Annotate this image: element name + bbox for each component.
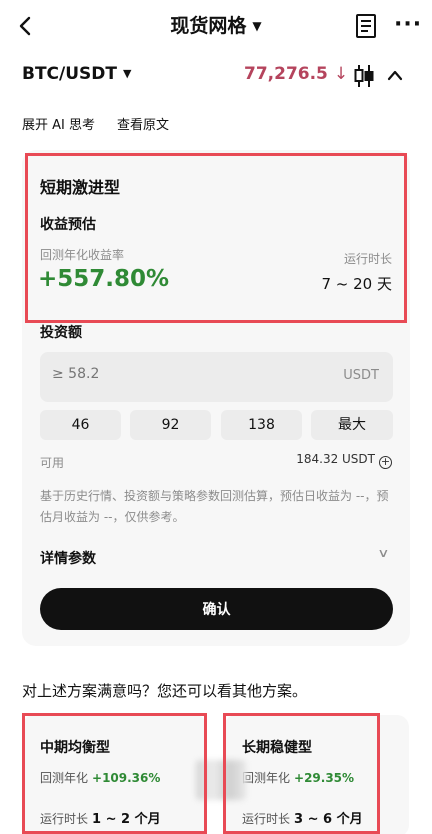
apy-label: 回测年化收益率 <box>40 248 125 262</box>
price-value: 77,276.5 <box>244 64 328 84</box>
top-bar: 现货网格 ▼ ··· <box>0 0 432 52</box>
candlestick-chart-icon[interactable] <box>353 64 375 87</box>
available-value: 184.32 USDT <box>296 452 375 466</box>
highlight-box <box>22 713 207 834</box>
pair-price: 77,276.5 ↓ <box>244 64 348 84</box>
yield-title: 收益预估 <box>40 217 96 233</box>
price-down-icon: ↓ <box>333 64 349 84</box>
other-plans-question: 对上述方案满意吗？您还可以看其他方案。 <box>22 682 308 700</box>
run-duration-label: 运行时长 <box>343 252 392 266</box>
page-title-text: 现货网格 <box>170 15 247 37</box>
investment-amount-input[interactable] <box>52 366 272 382</box>
strategy-name: 短期激进型 <box>40 178 121 197</box>
view-original-link[interactable]: 查看原文 <box>117 118 169 133</box>
confirm-button[interactable]: 确认 <box>40 588 393 630</box>
quick-amount-button[interactable]: 92 <box>130 410 211 440</box>
ai-links: 展开 AI 思考 查看原文 <box>22 114 191 133</box>
add-funds-icon[interactable]: + <box>379 456 392 469</box>
pair-bar: BTC/USDT ▼ 77,276.5 ↓ <box>0 58 432 94</box>
chevron-up-icon[interactable] <box>386 60 404 100</box>
pair-symbol: BTC/USDT <box>22 64 117 84</box>
details-params-label[interactable]: 详情参数 <box>40 548 96 568</box>
max-amount-button[interactable]: 最大 <box>311 410 393 440</box>
expand-ai-thinking-link[interactable]: 展开 AI 思考 <box>22 118 95 133</box>
chevron-down-icon[interactable]: ∨ <box>377 546 389 560</box>
highlight-box <box>223 713 380 834</box>
caret-down-icon: ▼ <box>123 67 132 80</box>
pair-selector[interactable]: BTC/USDT ▼ <box>22 64 131 84</box>
investment-label: 投资额 <box>40 325 82 341</box>
available-balance: 184.32 USDT + <box>296 452 392 469</box>
quick-amount-button[interactable]: 138 <box>221 410 302 440</box>
more-icon[interactable]: ··· <box>394 12 422 38</box>
run-duration-value: 7 ~ 20 天 <box>321 275 392 293</box>
apy-value: +557.80% <box>38 266 170 292</box>
estimate-note: 基于历史行情、投资额与策略参数回测估算，预估日收益为 --，预估月收益为 --，… <box>40 489 389 524</box>
quick-amount-button[interactable]: 46 <box>40 410 121 440</box>
caret-down-icon: ▼ <box>252 19 262 33</box>
document-icon[interactable] <box>356 14 376 38</box>
available-label: 可用 <box>40 456 65 470</box>
investment-amount-field[interactable]: USDT <box>40 352 393 402</box>
amount-unit: USDT <box>343 368 379 383</box>
